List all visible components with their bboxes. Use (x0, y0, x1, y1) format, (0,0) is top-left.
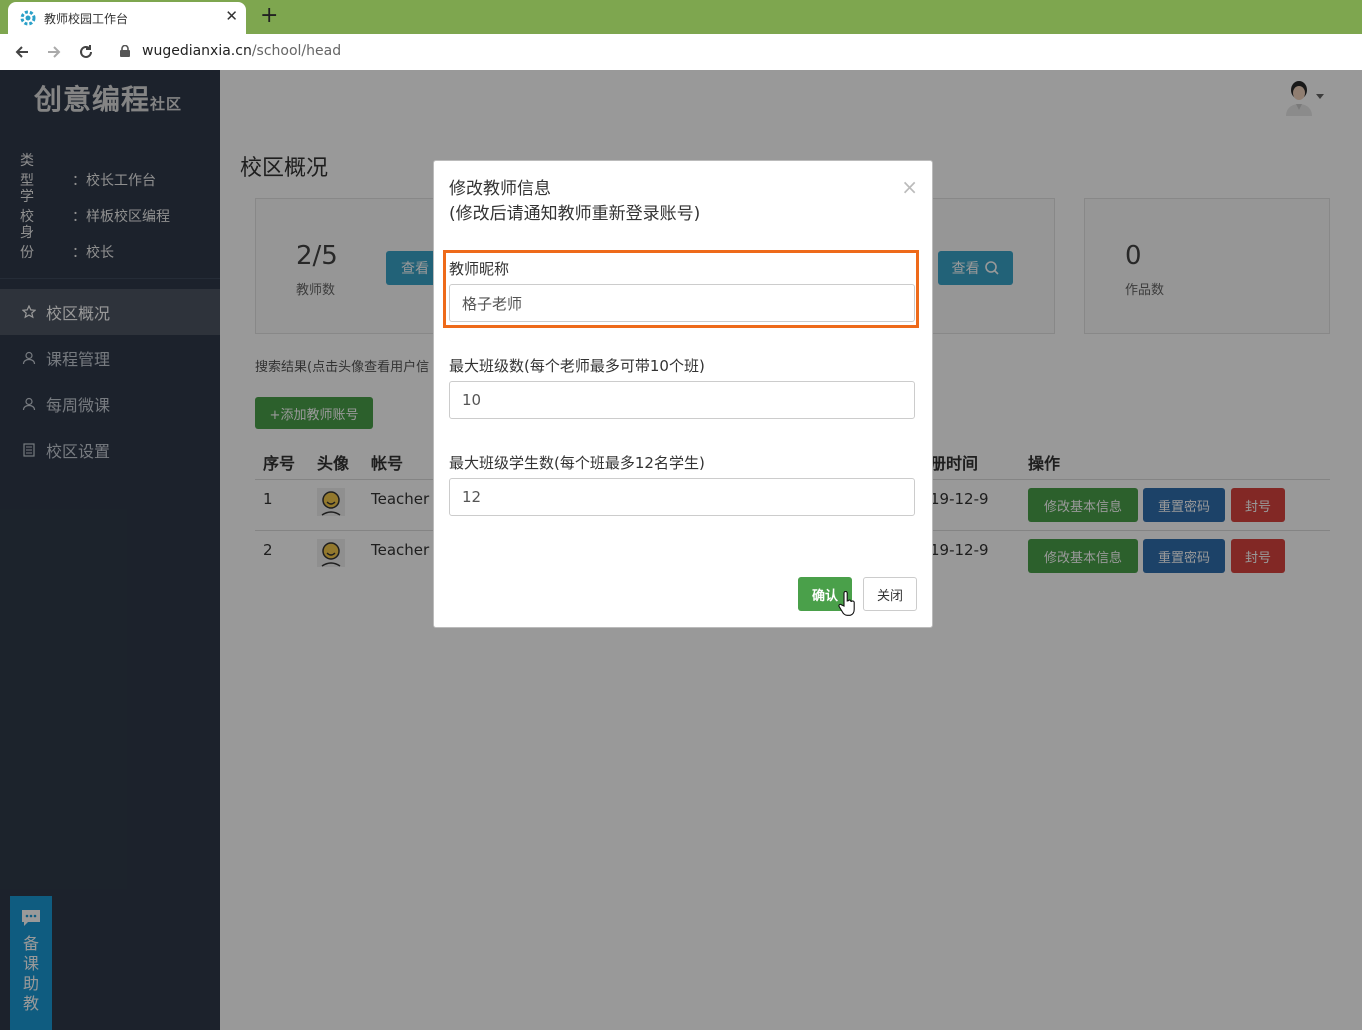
confirm-label: 确认 (811, 588, 838, 604)
url-path: /school/head (251, 43, 342, 59)
modal-title: 修改教师信息 (修改后请通知教师重新登录账号) (449, 177, 700, 227)
browser-tab[interactable]: 教师校园工作台 ✕ (8, 2, 246, 34)
tab-title: 教师校园工作台 (44, 12, 129, 26)
browser-tab-strip: 教师校园工作台 ✕ + (0, 0, 1362, 34)
edit-teacher-modal: 修改教师信息 (修改后请通知教师重新登录账号) × 教师昵称 最大班级数(每个老… (433, 160, 933, 628)
tab-close-icon[interactable]: ✕ (225, 7, 238, 25)
max-students-label: 最大班级学生数(每个班最多12名学生) (449, 454, 705, 472)
lock-icon (120, 45, 130, 57)
nickname-input[interactable] (449, 284, 915, 322)
max-classes-input[interactable] (449, 381, 915, 419)
gear-favicon-icon (20, 10, 36, 26)
forward-icon[interactable] (42, 40, 66, 64)
new-tab-icon[interactable]: + (260, 3, 278, 28)
reload-icon[interactable] (74, 40, 98, 64)
max-classes-label: 最大班级数(每个老师最多可带10个班) (449, 357, 705, 375)
back-icon[interactable] (10, 40, 34, 64)
hand-cursor-icon (838, 591, 855, 616)
url-field[interactable]: wugedianxia.cn/school/head (142, 43, 341, 59)
close-button[interactable]: 关闭 (863, 577, 917, 611)
modal-title-line1: 修改教师信息 (449, 179, 551, 199)
nickname-label: 教师昵称 (449, 260, 510, 278)
modal-title-line2: (修改后请通知教师重新登录账号) (449, 204, 701, 224)
address-bar: wugedianxia.cn/school/head (0, 34, 1362, 71)
max-students-input[interactable] (449, 478, 915, 516)
url-domain: wugedianxia.cn (142, 43, 252, 59)
modal-close-icon[interactable]: × (901, 175, 918, 199)
close-label: 关闭 (876, 588, 903, 604)
